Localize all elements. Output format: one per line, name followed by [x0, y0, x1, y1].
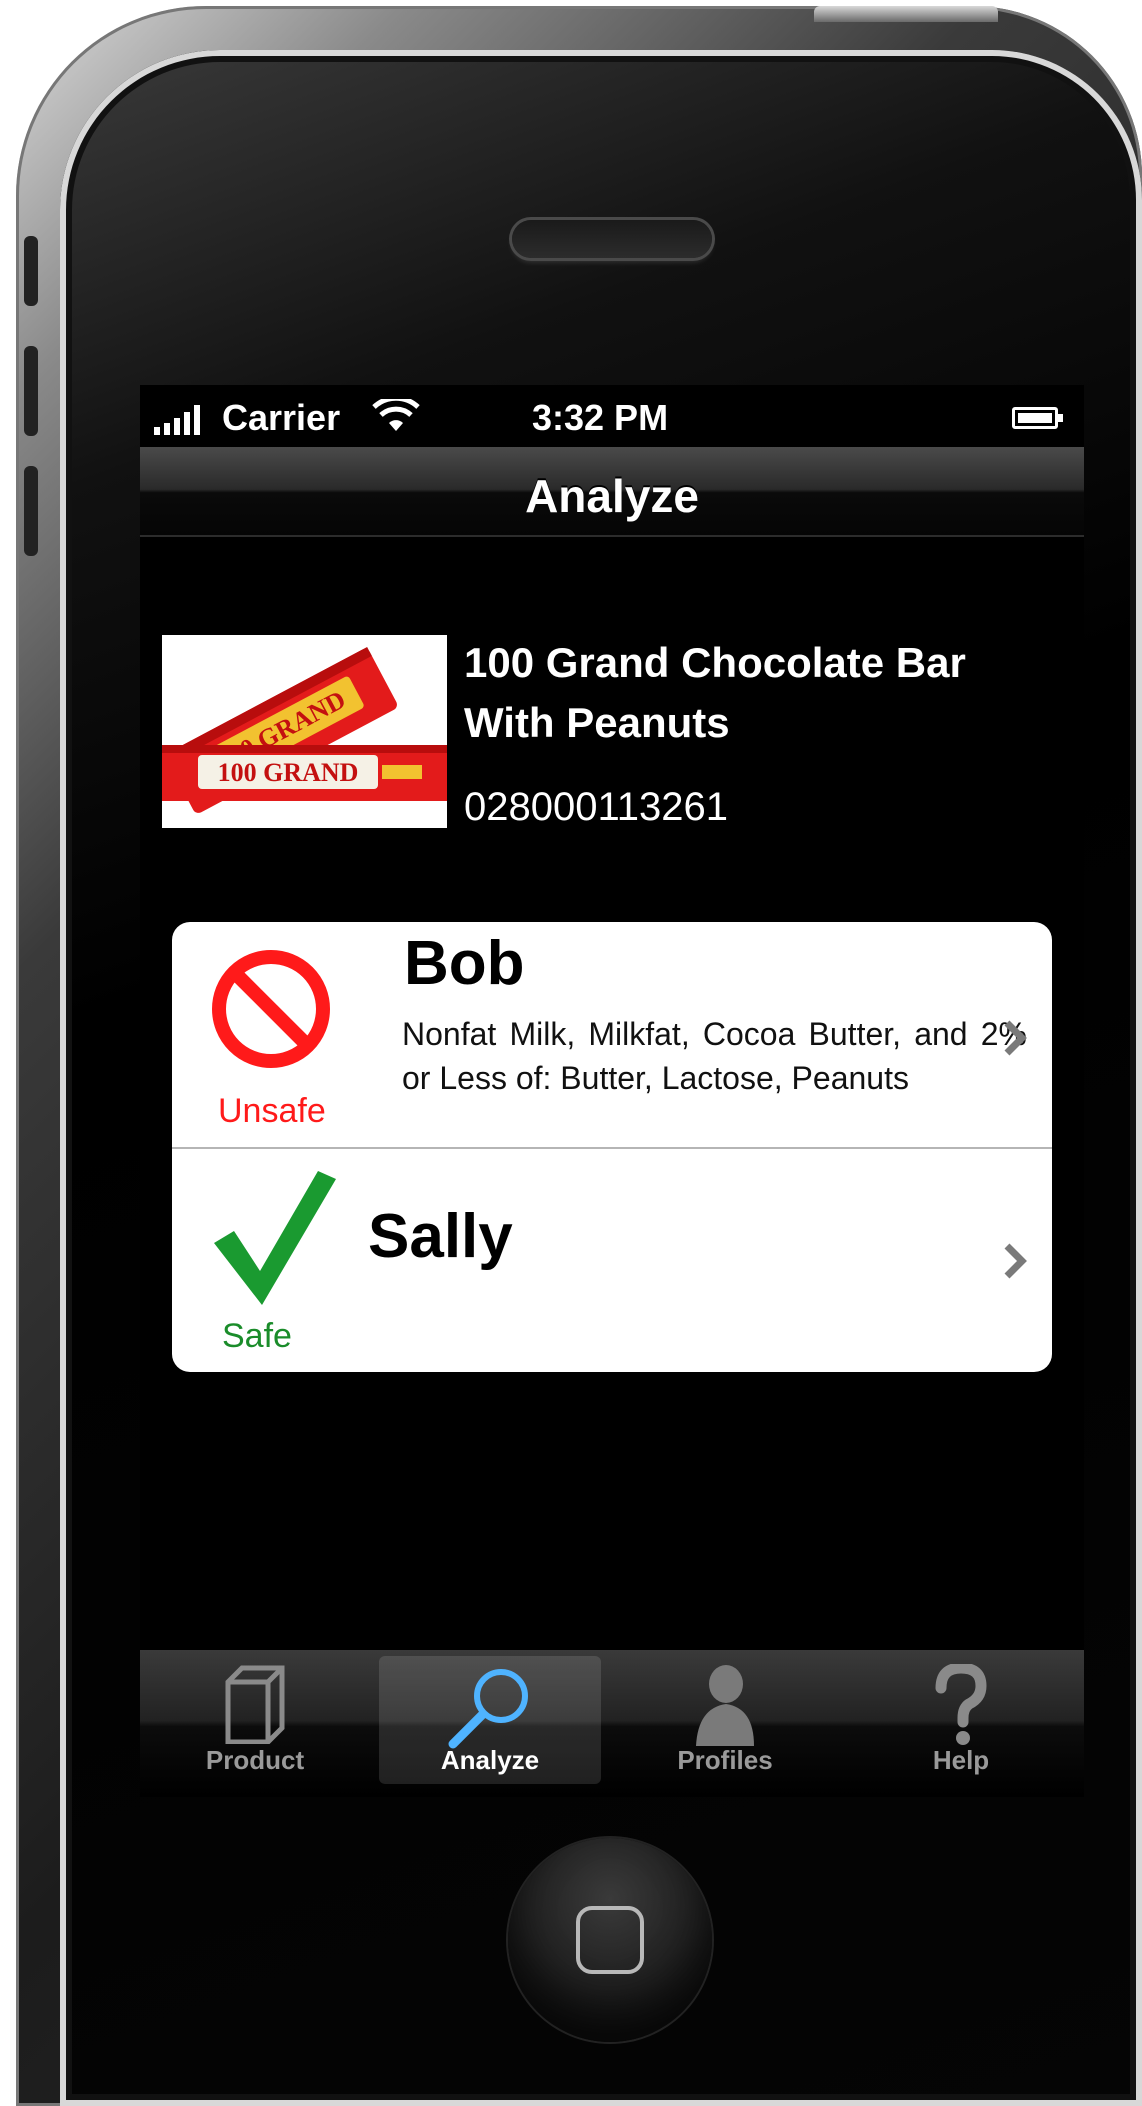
- navigation-bar: Analyze: [140, 447, 1084, 537]
- status-time: 3:32 PM: [532, 397, 669, 438]
- volume-up-button: [24, 346, 38, 436]
- conflicting-ingredients: Nonfat Milk, Milkfat, Cocoa Butter, and …: [402, 1016, 1027, 1096]
- product-name-line2: With Peanuts: [464, 699, 730, 746]
- carrier-name: Carrier: [222, 397, 341, 438]
- profile-results-table: Unsafe Bob Nonfat Milk, Milkfat, Cocoa B…: [172, 922, 1052, 1372]
- product-upc: 028000113261: [464, 785, 728, 829]
- page-title: Analyze: [525, 470, 699, 522]
- magnifier-icon: [448, 1669, 528, 1749]
- screen: Carrier 3:32 PM Analyze 100 GRAND 100 GR…: [140, 385, 1084, 1797]
- tab-profiles[interactable]: Profiles: [614, 1656, 836, 1784]
- profile-name: Bob: [404, 929, 525, 998]
- status-label-unsafe: Unsafe: [218, 1092, 326, 1130]
- wifi-icon: [372, 399, 420, 431]
- tab-label: Analyze: [440, 1745, 540, 1775]
- profile-name: Sally: [368, 1202, 513, 1271]
- tab-help[interactable]: Help: [850, 1656, 1072, 1784]
- sleep-button: [814, 6, 998, 22]
- home-button[interactable]: [508, 1838, 712, 2042]
- person-icon: [696, 1665, 754, 1746]
- status-label-safe: Safe: [222, 1317, 292, 1355]
- question-icon: [935, 1664, 987, 1745]
- earpiece-speaker: [512, 220, 712, 258]
- product-name: 100 Grand Chocolate Bar With Peanuts: [464, 633, 1064, 753]
- candy-bar-image: 100 GRAND 100 GRAND: [162, 635, 447, 828]
- tab-bar: Product Analyze Profiles Help: [140, 1650, 1084, 1797]
- chevron-right-icon: [1004, 1243, 1027, 1279]
- signal-strength-icon: [154, 405, 200, 435]
- tab-analyze[interactable]: Analyze: [379, 1656, 601, 1784]
- box-icon: [225, 1665, 285, 1744]
- svg-text:100 GRAND: 100 GRAND: [218, 758, 359, 787]
- product-name-line1: 100 Grand Chocolate Bar: [464, 639, 966, 686]
- tab-label: Help: [932, 1745, 990, 1775]
- tab-label: Product: [205, 1745, 305, 1775]
- volume-down-button: [24, 466, 38, 556]
- prohibited-icon: [212, 950, 330, 1068]
- tab-label: Profiles: [677, 1745, 773, 1775]
- tab-product[interactable]: Product: [144, 1656, 366, 1784]
- status-bar: Carrier 3:32 PM: [140, 385, 1084, 445]
- home-square-icon: [576, 1906, 644, 1974]
- profile-row-sally[interactable]: Safe Sally: [172, 1149, 1052, 1372]
- volume-switch: [24, 236, 38, 306]
- battery-icon: [1012, 407, 1063, 429]
- profile-row-bob[interactable]: Unsafe Bob Nonfat Milk, Milkfat, Cocoa B…: [172, 922, 1052, 1149]
- product-image: 100 GRAND 100 GRAND: [162, 635, 447, 828]
- chevron-right-icon: [1004, 1020, 1027, 1056]
- checkmark-icon: [214, 1171, 336, 1305]
